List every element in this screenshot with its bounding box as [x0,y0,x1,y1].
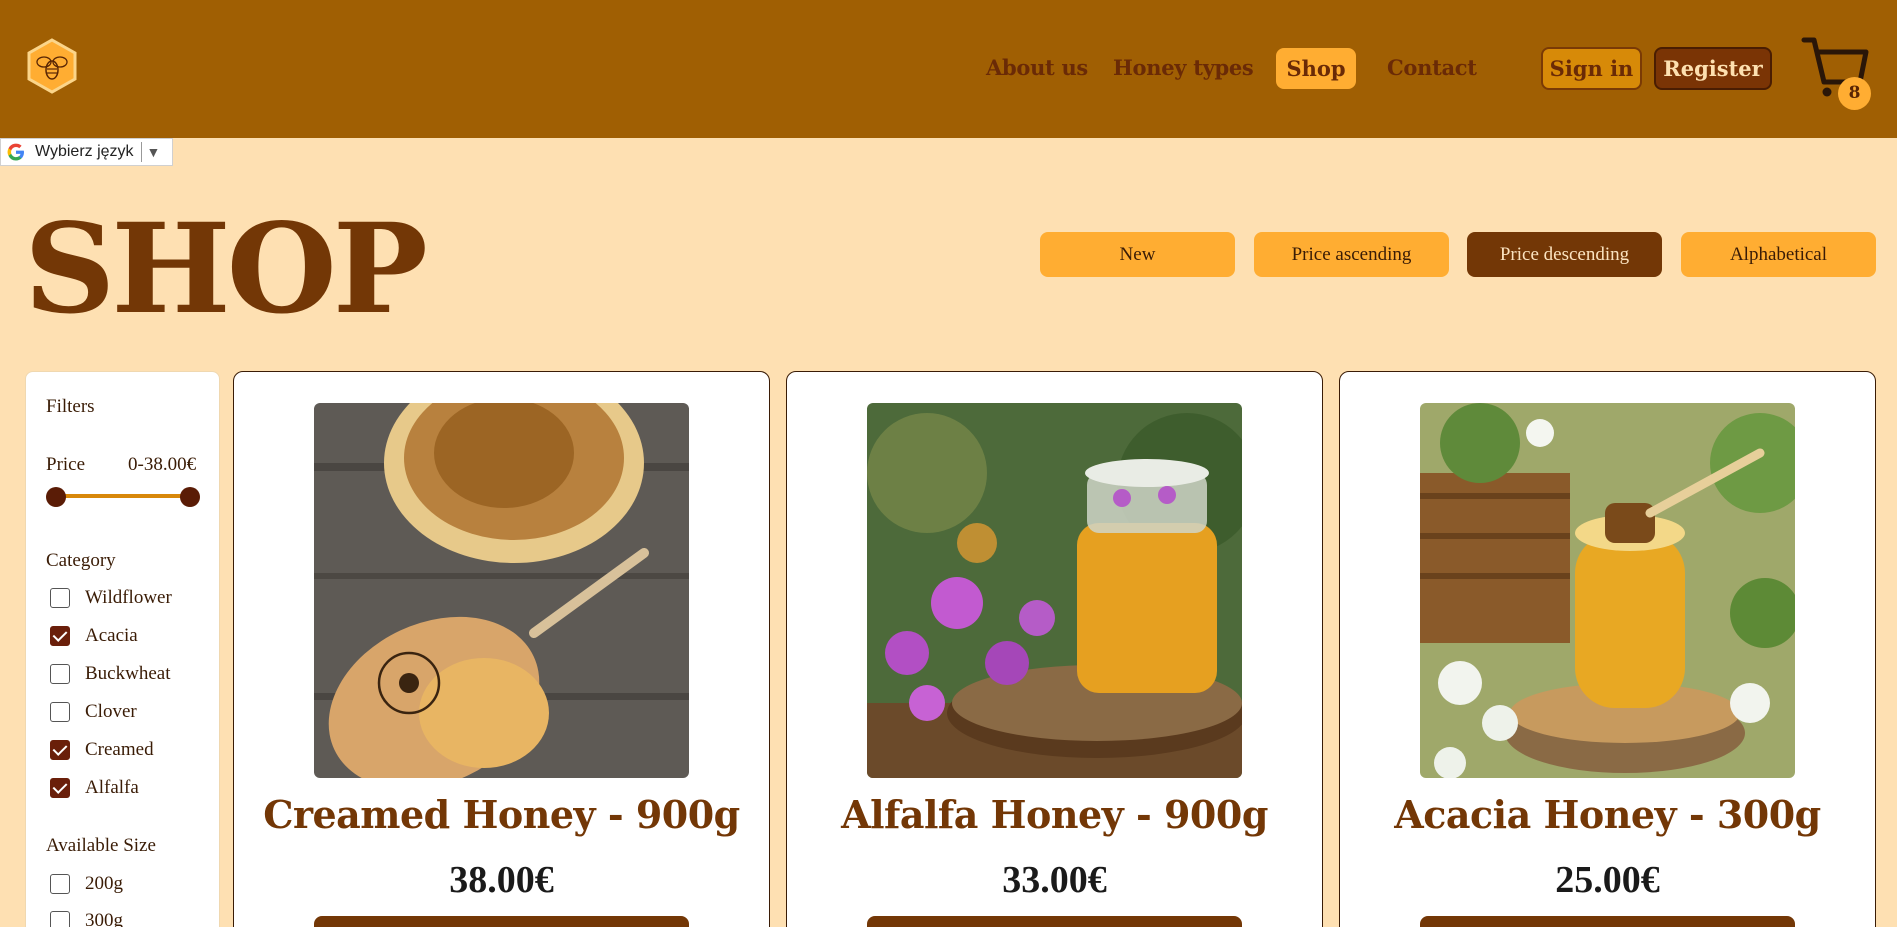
language-label: Wybierz język [35,143,134,160]
price-label: Price [46,454,86,475]
sign-in-button[interactable]: Sign in [1541,47,1642,90]
filters-heading: Filters [46,396,95,417]
product-price: 38.00€ [449,859,554,901]
dropdown-arrow-icon: ▼ [146,144,161,160]
site-header: About us Honey types Shop Contact Sign i… [0,0,1897,138]
checkbox-clover[interactable] [50,702,70,722]
product-image-acacia-honey[interactable] [1420,403,1795,778]
add-to-cart-button[interactable] [867,916,1242,927]
product-image-creamed-honey[interactable] [314,403,689,778]
sort-alphabetical-button[interactable]: Alphabetical [1681,232,1876,277]
checkbox-label-clover: Clover [85,701,137,722]
checkbox-label-wildflower: Wildflower [85,587,172,608]
checkbox-label-300g: 300g [85,910,123,927]
checkbox-label-creamed: Creamed [85,739,154,760]
product-card: Acacia Honey - 300g 25.00€ [1339,371,1876,927]
product-name[interactable]: Alfalfa Honey - 900g [787,792,1322,837]
product-price: 33.00€ [1002,859,1107,901]
google-icon [7,143,24,161]
checkbox-size-200g[interactable] [50,874,70,894]
product-price: 25.00€ [1555,859,1660,901]
checkbox-alfalfa[interactable] [50,778,70,798]
price-slider-track[interactable] [55,494,190,498]
sort-price-ascending-button[interactable]: Price ascending [1254,232,1449,277]
nav-shop[interactable]: Shop [1276,48,1356,89]
checkbox-buckwheat[interactable] [50,664,70,684]
price-range-value: 0-38.00€ [128,454,197,475]
checkbox-label-alfalfa: Alfalfa [85,777,139,798]
sort-price-descending-button[interactable]: Price descending [1467,232,1662,277]
product-card: Creamed Honey - 900g 38.00€ [233,371,770,927]
nav-contact[interactable]: Contact [1387,52,1477,84]
price-slider-min-handle[interactable] [46,487,66,507]
price-slider-max-handle[interactable] [180,487,200,507]
checkbox-label-buckwheat: Buckwheat [85,663,171,684]
cart-count-badge: 8 [1838,77,1871,110]
page-title: SHOP [24,197,428,342]
product-name[interactable]: Creamed Honey - 900g [234,792,769,837]
divider [140,142,142,162]
checkbox-size-300g[interactable] [50,911,70,927]
sort-new-button[interactable]: New [1040,232,1235,277]
product-name[interactable]: Acacia Honey - 300g [1340,792,1875,837]
checkbox-label-acacia: Acacia [85,625,138,646]
register-button[interactable]: Register [1654,47,1772,90]
checkbox-creamed[interactable] [50,740,70,760]
category-label: Category [46,550,116,571]
add-to-cart-button[interactable] [314,916,689,927]
checkbox-wildflower[interactable] [50,588,70,608]
nav-about-us[interactable]: About us [986,52,1088,84]
bee-logo-icon[interactable] [24,38,80,94]
product-image-alfalfa-honey[interactable] [867,403,1242,778]
checkbox-acacia[interactable] [50,626,70,646]
add-to-cart-button[interactable] [1420,916,1795,927]
nav-honey-types[interactable]: Honey types [1113,52,1254,84]
checkbox-label-200g: 200g [85,873,123,894]
available-size-label: Available Size [46,835,156,856]
product-card: Alfalfa Honey - 900g 33.00€ [786,371,1323,927]
language-selector[interactable]: Wybierz język ▼ [0,138,173,166]
